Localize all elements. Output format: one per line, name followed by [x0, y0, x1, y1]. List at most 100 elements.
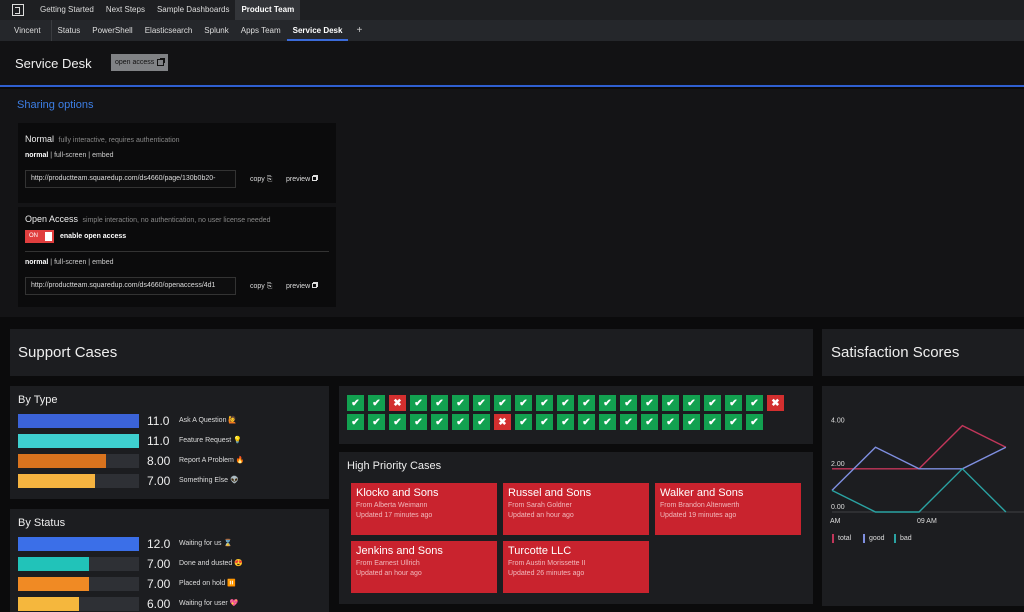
check-icon[interactable]: ✔: [662, 395, 679, 411]
tab-powershell[interactable]: PowerShell: [86, 20, 138, 41]
tab-splunk[interactable]: Splunk: [198, 20, 234, 41]
check-icon[interactable]: ✔: [599, 395, 616, 411]
check-icon[interactable]: ✔: [347, 414, 364, 430]
check-icon[interactable]: ✔: [347, 395, 364, 411]
high-priority-panel: High Priority Cases Klocko and Sons From …: [339, 452, 813, 604]
nav-next-steps[interactable]: Next Steps: [100, 0, 151, 20]
check-icon[interactable]: ✔: [746, 395, 763, 411]
open-copy-button[interactable]: copy ⎘: [250, 283, 272, 291]
bar-label: Ask A Question 🙋: [179, 417, 238, 424]
legend-label: total: [838, 535, 852, 542]
check-icon[interactable]: ✔: [389, 414, 406, 430]
case-card[interactable]: Klocko and Sons From Alberta Weimann Updat…: [351, 483, 497, 535]
user-menu[interactable]: Vincent: [0, 20, 52, 41]
check-icon[interactable]: ✔: [578, 414, 595, 430]
series-line-total[interactable]: [832, 424, 1007, 470]
check-icon[interactable]: ✔: [536, 395, 553, 411]
check-icon[interactable]: ✔: [410, 414, 427, 430]
check-icon[interactable]: ✔: [620, 414, 637, 430]
mode-full-screen[interactable]: full-screen: [54, 259, 86, 266]
check-icon[interactable]: ✔: [557, 395, 574, 411]
case-card[interactable]: Jenkins and Sons From Earnest Ullrich Upda…: [351, 541, 497, 593]
open-access-toggle[interactable]: ON: [25, 230, 54, 243]
bar-fill: [18, 434, 139, 448]
type-row[interactable]: 8.00 Report A Problem 🔥: [18, 454, 308, 468]
normal-preview-button[interactable]: preview: [286, 175, 319, 183]
normal-modes: normal | full-screen | embed: [25, 152, 114, 159]
check-icon[interactable]: ✔: [578, 395, 595, 411]
legend-item-bad[interactable]: bad: [894, 534, 912, 543]
tab-service-desk[interactable]: Service Desk: [286, 20, 349, 41]
case-status-grid: ✔ ✔ ✖ ✔ ✔ ✔ ✔ ✔ ✔ ✔ ✔ ✔ ✔ ✔ ✔ ✔ ✔ ✔ ✔ ✔ ✖ ✔ ✔ ✔ ✔ ✔ ✔ ✔ ✖ ✔ ✔ ✔ ✔ ✔ ✔ ✔ ✔ ✔ ✔ ✔…: [339, 386, 813, 444]
check-icon[interactable]: ✔: [368, 414, 385, 430]
case-card[interactable]: Walker and Sons From Brandon Altenwerth Up…: [655, 483, 801, 535]
add-tab-button[interactable]: +: [348, 25, 370, 36]
type-row[interactable]: 7.00 Something Else 👽: [18, 474, 308, 488]
legend-item-total[interactable]: total: [832, 534, 851, 543]
check-icon[interactable]: ✔: [704, 395, 721, 411]
tab-apps-team[interactable]: Apps Team: [235, 20, 287, 41]
open-preview-button[interactable]: preview: [286, 282, 319, 290]
check-icon[interactable]: ✔: [473, 414, 490, 430]
check-icon[interactable]: ✔: [557, 414, 574, 430]
check-icon[interactable]: ✔: [431, 395, 448, 411]
check-icon[interactable]: ✔: [410, 395, 427, 411]
tab-elasticsearch[interactable]: Elasticsearch: [139, 20, 199, 41]
bar-label: Done and dusted 😍: [179, 560, 243, 567]
y-tick-label: 0.00: [831, 504, 845, 511]
cross-icon[interactable]: ✖: [494, 414, 511, 430]
check-icon[interactable]: ✔: [494, 395, 511, 411]
nav-sample-dashboards[interactable]: Sample Dashboards: [151, 0, 235, 20]
mode-embed[interactable]: embed: [92, 152, 113, 159]
check-icon[interactable]: ✔: [515, 395, 532, 411]
check-icon[interactable]: ✔: [683, 395, 700, 411]
legend-item-good[interactable]: good: [863, 534, 885, 543]
nav-getting-started[interactable]: Getting Started: [34, 0, 100, 20]
mode-full-screen[interactable]: full-screen: [54, 152, 86, 159]
open-access-button[interactable]: open access: [111, 54, 169, 71]
status-row[interactable]: 12.0 Waiting for us ⌛: [18, 537, 308, 551]
check-icon[interactable]: ✔: [515, 414, 532, 430]
check-icon[interactable]: ✔: [452, 414, 469, 430]
check-icon[interactable]: ✔: [452, 395, 469, 411]
check-icon[interactable]: ✔: [431, 414, 448, 430]
logo-icon[interactable]: [12, 4, 24, 16]
check-icon[interactable]: ✔: [746, 414, 763, 430]
by-status-panel: By Status 12.0 Waiting for us ⌛ 7.00 Done a…: [10, 509, 329, 612]
check-icon[interactable]: ✔: [725, 414, 742, 430]
mode-normal[interactable]: normal: [25, 152, 48, 159]
open-copy-label: copy: [250, 283, 265, 290]
type-row[interactable]: 11.0 Feature Request 💡: [18, 434, 308, 448]
check-icon[interactable]: ✔: [641, 395, 658, 411]
check-icon[interactable]: ✔: [473, 395, 490, 411]
status-row[interactable]: 6.00 Waiting for user 💖: [18, 597, 308, 611]
check-icon[interactable]: ✔: [725, 395, 742, 411]
bar-label: Something Else 👽: [179, 477, 239, 484]
normal-title-text: Normal: [25, 134, 55, 144]
bar-label: Waiting for us ⌛: [179, 540, 233, 547]
status-row[interactable]: 7.00 Done and dusted 😍: [18, 557, 308, 571]
open-access-url-field[interactable]: http://productteam.squaredup.com/ds4660/…: [25, 277, 236, 295]
case-card[interactable]: Turcotte LLC From Austin Morissette II Upd…: [503, 541, 649, 593]
tab-status[interactable]: Status: [52, 20, 87, 41]
check-icon[interactable]: ✔: [368, 395, 385, 411]
nav-product-team[interactable]: Product Team: [235, 0, 301, 20]
check-icon[interactable]: ✔: [620, 395, 637, 411]
check-icon[interactable]: ✔: [641, 414, 658, 430]
check-icon[interactable]: ✔: [662, 414, 679, 430]
normal-copy-button[interactable]: copy ⎘: [250, 176, 272, 184]
normal-url-field[interactable]: http://productteam.squaredup.com/ds4660/…: [25, 170, 236, 188]
status-row[interactable]: 7.00 Placed on hold ⏸️: [18, 577, 308, 591]
mode-normal[interactable]: normal: [25, 259, 48, 266]
check-icon[interactable]: ✔: [683, 414, 700, 430]
check-icon[interactable]: ✔: [536, 414, 553, 430]
type-row[interactable]: 11.0 Ask A Question 🙋: [18, 414, 308, 428]
check-icon[interactable]: ✔: [704, 414, 721, 430]
check-icon[interactable]: ✔: [599, 414, 616, 430]
series-line-bad[interactable]: [831, 467, 1007, 513]
cross-icon[interactable]: ✖: [389, 395, 406, 411]
bar-value: 6.00: [147, 597, 171, 611]
mode-embed[interactable]: embed: [92, 259, 113, 266]
cross-icon[interactable]: ✖: [767, 395, 784, 411]
case-card[interactable]: Russel and Sons From Sarah Goldner Updated…: [503, 483, 649, 535]
